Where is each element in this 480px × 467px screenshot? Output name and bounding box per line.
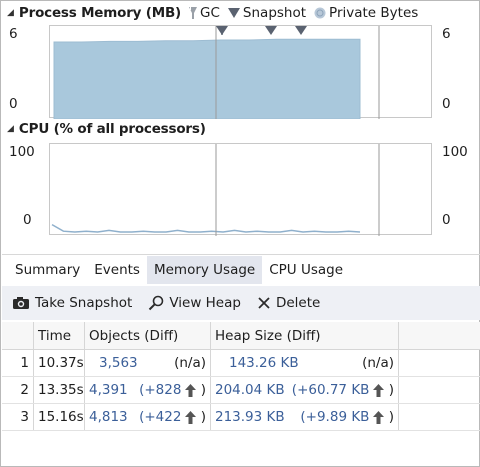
- row-time: 10.37s: [34, 350, 85, 376]
- row-index: 1: [2, 350, 34, 376]
- collapse-memory-icon[interactable]: ◢: [7, 8, 14, 18]
- snapshot-marker-icon: [227, 8, 240, 18]
- cpu-section-header: ◢ CPU (% of all processors): [7, 119, 206, 139]
- heap-diff-link[interactable]: (+9.89 KB ): [300, 409, 394, 425]
- memory-y-min-right: 0: [442, 96, 451, 112]
- cpu-chart-svg: [51, 144, 380, 236]
- row-filler: [399, 377, 480, 403]
- table-header-row: Time Objects (Diff) Heap Size (Diff): [2, 322, 480, 350]
- header-index: [2, 322, 34, 349]
- delete-x-icon: [258, 297, 270, 309]
- tab-cpu-usage[interactable]: CPU Usage: [262, 256, 350, 284]
- cpu-y-max-left: 100: [9, 144, 35, 160]
- row-heap-cell: 143.26 KB (n/a): [211, 350, 399, 376]
- cpu-title: CPU (% of all processors): [18, 121, 206, 137]
- header-filler: [399, 322, 480, 349]
- tab-events[interactable]: Events: [87, 256, 147, 284]
- heap-diff[interactable]: (n/a): [362, 355, 394, 371]
- private-bytes-icon: [314, 7, 326, 19]
- objects-diff[interactable]: (n/a): [174, 355, 206, 371]
- row-objects-cell: 4,813 (+422 ): [85, 404, 211, 430]
- camera-icon: [13, 297, 29, 309]
- cpu-y-min-left: 0: [23, 212, 32, 228]
- memory-title: Process Memory (MB): [18, 5, 182, 21]
- diagnostic-tools-window: ◢ Process Memory (MB) GC Snapshot Privat…: [0, 0, 480, 467]
- heap-diff: (+9.89 KB: [300, 409, 370, 425]
- view-heap-label: View Heap: [169, 295, 241, 311]
- take-snapshot-label: Take Snapshot: [35, 295, 133, 311]
- increase-arrow-icon: [185, 383, 197, 397]
- tab-bar: Summary Events Memory Usage CPU Usage: [2, 254, 480, 284]
- heap-link[interactable]: 213.93 KB: [215, 409, 285, 425]
- table-row[interactable]: 2 13.35s 4,391 (+828 ) 204.04 KB (+60.77…: [2, 377, 480, 404]
- cpu-y-max-right: 100: [442, 144, 468, 160]
- table-row[interactable]: 1 10.37s 3,563 (n/a) 143.26 KB (n/a): [2, 350, 480, 377]
- memory-chart[interactable]: [49, 25, 432, 119]
- memory-section-header: ◢ Process Memory (MB) GC Snapshot Privat…: [7, 3, 418, 23]
- legend-private-bytes: Private Bytes: [314, 5, 418, 21]
- row-time: 15.16s: [34, 404, 85, 430]
- increase-arrow-icon: [373, 410, 385, 424]
- memory-toolbar: Take Snapshot View Heap Delete: [2, 286, 480, 320]
- memory-y-max-right: 6: [442, 26, 451, 42]
- increase-arrow-icon: [373, 383, 385, 397]
- row-objects-cell: 4,391 (+828 ): [85, 377, 211, 403]
- legend-snapshot: Snapshot: [227, 5, 307, 21]
- header-time[interactable]: Time: [34, 322, 85, 349]
- row-time: 13.35s: [34, 377, 85, 403]
- row-filler: [399, 350, 480, 376]
- memory-y-min-left: 0: [9, 96, 18, 112]
- row-heap-cell: 204.04 KB (+60.77 KB ): [211, 377, 399, 403]
- objects-diff-link[interactable]: (+422 ): [139, 409, 206, 425]
- heap-diff: (+60.77 KB: [291, 382, 370, 398]
- row-objects-cell: 3,563 (n/a): [85, 350, 211, 376]
- gc-icon: [189, 7, 198, 19]
- snapshot-table: Time Objects (Diff) Heap Size (Diff) 1 1…: [2, 322, 480, 431]
- objects-diff: (+422: [139, 409, 182, 425]
- heap-link[interactable]: 204.04 KB: [215, 382, 285, 398]
- cpu-chart[interactable]: [49, 143, 432, 236]
- take-snapshot-button[interactable]: Take Snapshot: [12, 295, 132, 311]
- delete-label: Delete: [275, 295, 321, 311]
- magnifier-icon: [149, 295, 164, 311]
- delete-button[interactable]: Delete: [257, 295, 320, 311]
- legend-gc-label: GC: [200, 5, 220, 21]
- objects-link[interactable]: 4,391: [89, 382, 128, 398]
- increase-arrow-icon: [185, 410, 197, 424]
- row-filler: [399, 404, 480, 430]
- legend-gc: GC: [189, 5, 220, 21]
- tab-memory-usage[interactable]: Memory Usage: [146, 255, 263, 284]
- heap-link[interactable]: 143.26 KB: [215, 355, 299, 371]
- memory-y-max-left: 6: [9, 26, 18, 42]
- row-heap-cell: 213.93 KB (+9.89 KB ): [211, 404, 399, 430]
- objects-link[interactable]: 4,813: [89, 409, 128, 425]
- legend-private-bytes-label: Private Bytes: [329, 5, 419, 21]
- header-objects[interactable]: Objects (Diff): [85, 322, 211, 349]
- snapshot-marker: [216, 26, 228, 35]
- cpu-line: [51, 223, 361, 233]
- private-bytes-area: [53, 38, 361, 119]
- snapshot-marker: [295, 26, 307, 35]
- cpu-y-min-right: 0: [442, 212, 451, 228]
- objects-diff-link[interactable]: (+828 ): [139, 382, 206, 398]
- objects-link[interactable]: 3,563: [89, 355, 138, 371]
- collapse-cpu-icon[interactable]: ◢: [7, 124, 14, 134]
- row-index: 2: [2, 377, 34, 403]
- snapshot-marker: [265, 26, 277, 35]
- view-heap-button[interactable]: View Heap: [148, 295, 241, 311]
- tab-summary[interactable]: Summary: [8, 256, 87, 284]
- table-row[interactable]: 3 15.16s 4,813 (+422 ) 213.93 KB (+9.89 …: [2, 404, 480, 431]
- memory-chart-svg: [53, 26, 380, 119]
- heap-diff-link[interactable]: (+60.77 KB ): [292, 382, 394, 398]
- row-index: 3: [2, 404, 34, 430]
- legend-snapshot-label: Snapshot: [242, 5, 307, 21]
- header-heap[interactable]: Heap Size (Diff): [211, 322, 399, 349]
- objects-diff: (+828: [139, 382, 182, 398]
